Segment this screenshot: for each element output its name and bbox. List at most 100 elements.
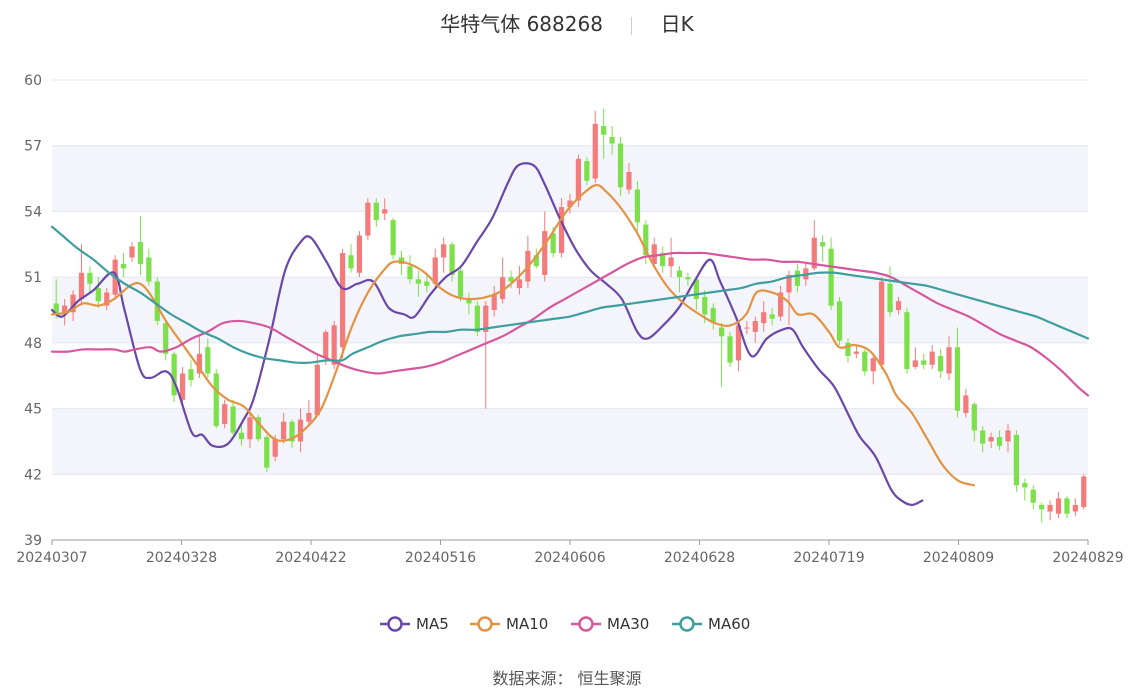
candle-body <box>668 257 674 267</box>
x-axis: 20240307 20240328 20240422 20240516 20240606… <box>16 539 1124 566</box>
candle-body <box>980 430 986 444</box>
legend-label: MA30 <box>607 615 649 633</box>
candle-body <box>895 301 902 310</box>
candle-body <box>441 244 447 258</box>
candle-body <box>971 404 977 431</box>
y-tick-label: 39 <box>24 533 42 549</box>
candle-body <box>1055 498 1062 514</box>
candle-body <box>996 437 1003 446</box>
candle-body <box>348 255 354 269</box>
candle-body <box>264 437 270 468</box>
candle-body <box>870 358 876 372</box>
candle-body <box>146 257 152 282</box>
legend-item-ma30[interactable]: MA30 <box>571 615 649 633</box>
candle-body <box>853 351 859 354</box>
candle-body <box>862 351 868 372</box>
candle-body <box>727 336 733 363</box>
candle-body <box>963 395 969 413</box>
candlestick-chart: 39 42 45 48 51 54 57 60 20240307 20240328 2024042… <box>16 73 1124 633</box>
x-tick-label: 20240516 <box>405 550 476 566</box>
y-tick-label: 45 <box>24 402 42 418</box>
legend-label: MA5 <box>416 615 449 633</box>
candle-body <box>382 209 388 214</box>
legend[interactable]: MA5 MA10 MA30 MA60 <box>380 615 750 633</box>
candle-body <box>179 373 186 400</box>
candle-body <box>601 126 607 135</box>
x-tick-label: 20240809 <box>923 550 994 566</box>
x-tick-label: 20240829 <box>1052 550 1123 566</box>
candle-body <box>1072 504 1078 512</box>
candle-body <box>1081 476 1087 508</box>
candle-body <box>929 351 935 365</box>
candle-body <box>1005 430 1011 442</box>
candle-body <box>516 279 523 289</box>
candle-body <box>584 161 590 181</box>
candle-body <box>634 189 640 223</box>
candle-body <box>213 373 219 427</box>
candle-body <box>331 325 337 365</box>
candle-body <box>542 231 548 275</box>
candle-body <box>188 369 194 381</box>
candle-body <box>1047 504 1053 512</box>
candle-body <box>390 220 396 256</box>
candle-body <box>769 314 775 319</box>
legend-item-ma10[interactable]: MA10 <box>470 615 548 633</box>
candle-body <box>407 266 413 280</box>
candle-body <box>415 279 422 284</box>
legend-item-ma5[interactable]: MA5 <box>380 615 449 633</box>
candle-body <box>575 158 582 201</box>
candle-body <box>272 439 278 457</box>
candle-body <box>752 320 758 332</box>
candle-body <box>820 242 826 247</box>
x-tick-label: 20240307 <box>16 550 87 566</box>
candle-body <box>373 202 379 221</box>
candle-body <box>921 360 927 365</box>
legend-marker <box>387 616 403 632</box>
candle-body <box>120 264 127 269</box>
candle-body <box>685 277 691 280</box>
candle-body <box>1039 504 1045 510</box>
candle-body <box>78 272 85 300</box>
candle-body <box>323 331 329 359</box>
legend-item-ma60[interactable]: MA60 <box>672 615 750 633</box>
candle-body <box>794 270 801 286</box>
candle-body <box>314 364 320 416</box>
y-tick-label: 54 <box>24 204 42 220</box>
candle-body <box>171 353 177 396</box>
candle-body <box>356 235 363 273</box>
x-tick-label: 20240719 <box>793 550 864 566</box>
candle-body <box>163 323 169 354</box>
candle-body <box>87 272 93 284</box>
candle-body <box>449 244 455 275</box>
candle-body <box>744 327 750 329</box>
candle-body <box>946 347 952 374</box>
candle-body <box>129 246 135 258</box>
x-tick-label: 20240328 <box>146 550 217 566</box>
candle-body <box>247 417 253 440</box>
candle-body <box>306 412 312 422</box>
candle-body <box>365 202 371 236</box>
legend-label: MA60 <box>708 615 750 633</box>
candle-body <box>339 253 346 348</box>
candle-body <box>702 296 708 315</box>
candle-body <box>912 360 918 367</box>
x-tick-label: 20240422 <box>275 550 346 566</box>
candle-body <box>592 123 598 179</box>
legend-label: MA10 <box>506 615 548 633</box>
candle-body <box>457 270 464 297</box>
candle-body <box>281 421 287 440</box>
candle-body <box>1030 489 1036 503</box>
data-source-note: 数据来源： 恒生聚源 <box>492 669 642 688</box>
y-tick-label: 48 <box>24 336 42 352</box>
candle-body <box>205 347 211 374</box>
candle-body <box>230 406 236 433</box>
candle-body <box>474 305 480 332</box>
candle-body <box>238 432 245 440</box>
y-tick-label: 60 <box>24 73 42 89</box>
legend-marker <box>679 616 695 632</box>
x-tick-label: 20240628 <box>664 550 735 566</box>
candle-body <box>95 288 101 302</box>
candle-body <box>491 294 497 310</box>
y-tick-label: 51 <box>24 270 42 286</box>
candle-body <box>626 172 632 190</box>
